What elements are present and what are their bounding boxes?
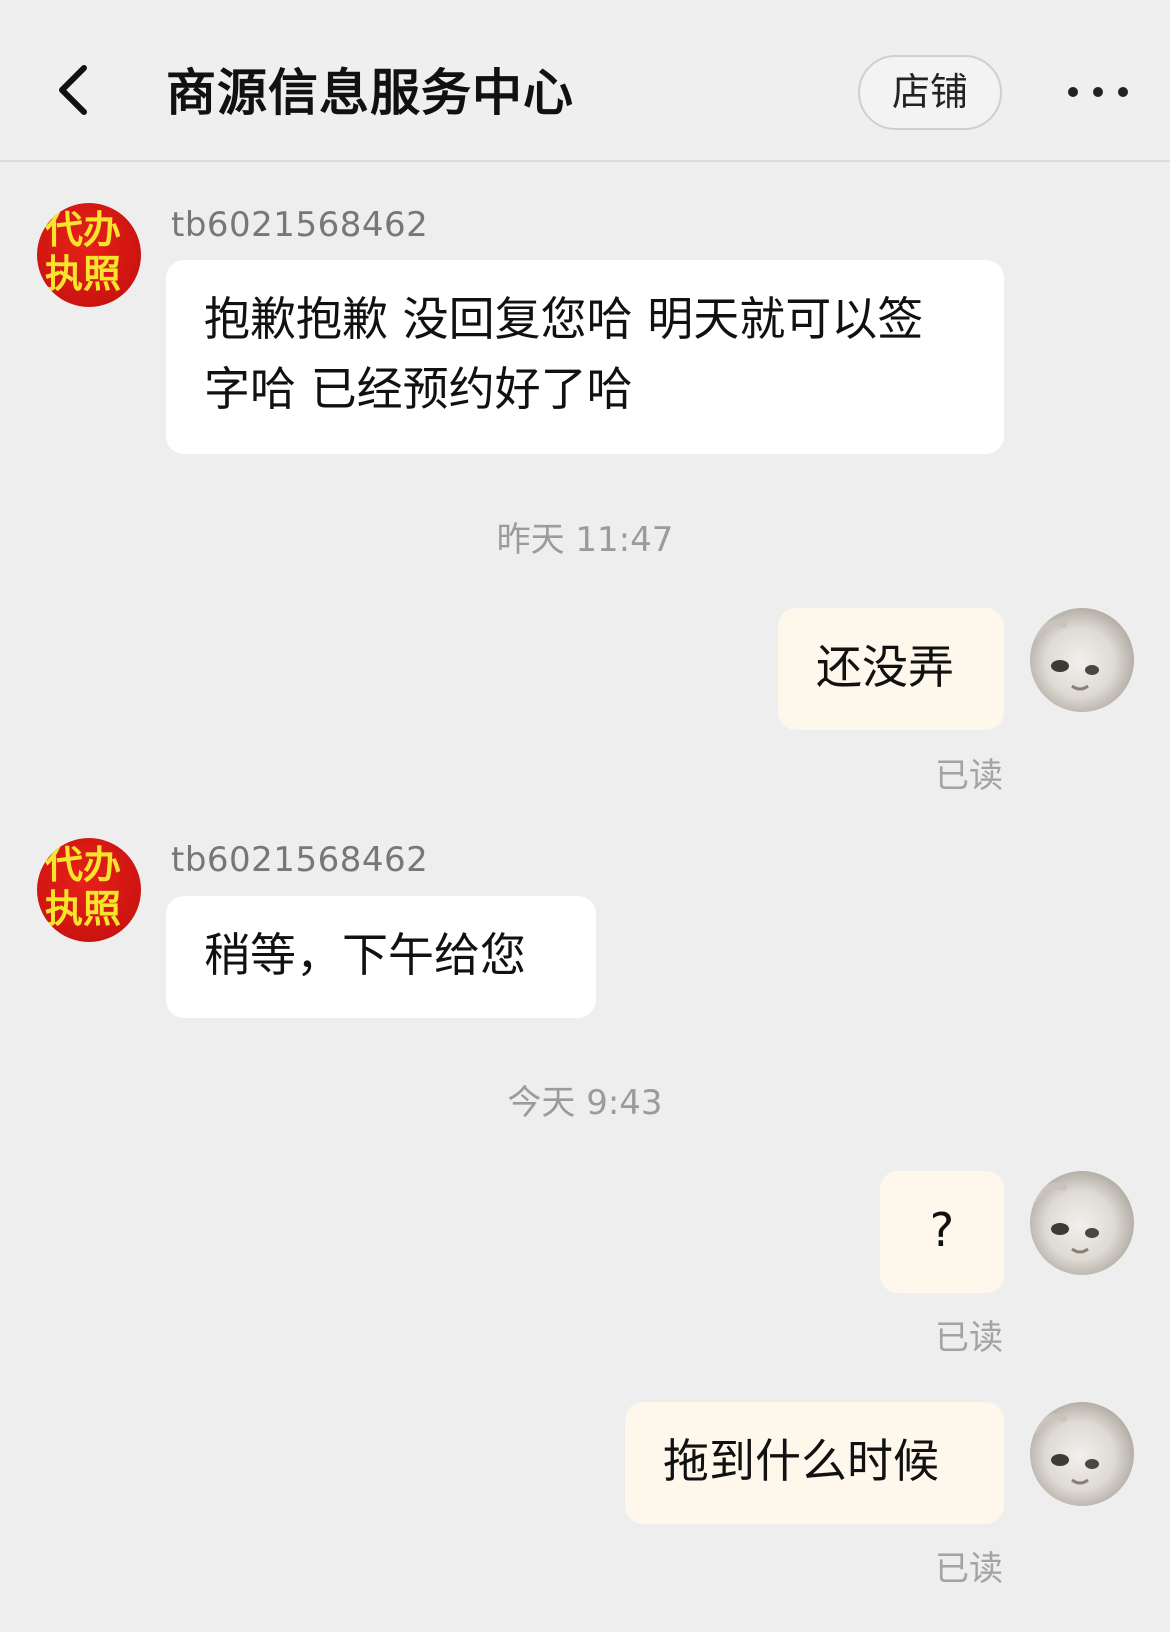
sender-nickname: tb6021568462	[171, 205, 429, 245]
message-bubble-incoming[interactable]: 稍等，下午给您	[166, 896, 596, 1018]
read-status: 已读	[935, 1318, 1003, 1358]
message-bubble-outgoing[interactable]: 还没弄	[778, 608, 1004, 730]
chat-title: 商源信息服务中心	[166, 64, 574, 122]
user-avatar-cat[interactable]	[1030, 1171, 1134, 1275]
message-timestamp: 今天 9:43	[507, 1083, 663, 1123]
back-icon[interactable]	[52, 62, 100, 118]
user-avatar-cat[interactable]	[1030, 608, 1134, 712]
message-bubble-outgoing[interactable]: ?	[880, 1171, 1004, 1293]
read-status: 已读	[935, 1549, 1003, 1589]
shop-button[interactable]: 店铺	[858, 55, 1002, 130]
chat-header: 商源信息服务中心 店铺	[0, 0, 1170, 162]
shop-avatar[interactable]: 代办 执照	[37, 203, 141, 307]
message-bubble-outgoing[interactable]: 拖到什么时候	[625, 1402, 1004, 1524]
cat-face-icon	[1031, 1183, 1099, 1254]
cat-face-icon	[1031, 1414, 1099, 1485]
message-bubble-incoming[interactable]: 抱歉抱歉 没回复您哈 明天就可以签字哈 已经预约好了哈	[166, 260, 1004, 454]
shop-avatar[interactable]: 代办 执照	[37, 838, 141, 942]
user-avatar-cat[interactable]	[1030, 1402, 1134, 1506]
more-options-icon[interactable]	[1068, 70, 1128, 114]
read-status: 已读	[935, 756, 1003, 796]
message-timestamp: 昨天 11:47	[496, 520, 674, 560]
cat-face-icon	[1031, 620, 1099, 691]
sender-nickname: tb6021568462	[171, 840, 429, 880]
